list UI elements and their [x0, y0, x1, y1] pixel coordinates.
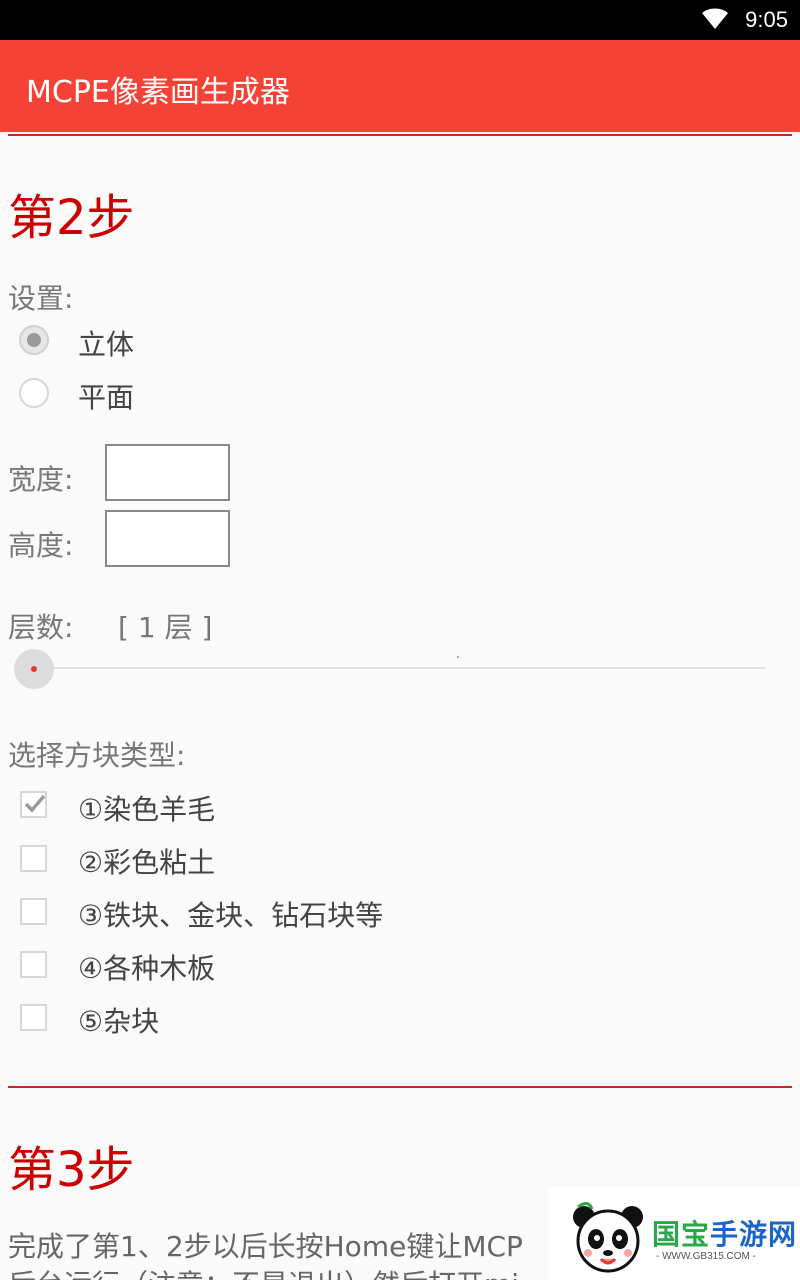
status-bar: 9:05 — [0, 0, 800, 40]
checkbox-clay[interactable] — [20, 845, 47, 872]
layers-value: [ 1 层 ] — [118, 611, 213, 644]
layers-label: 层数: — [8, 611, 74, 644]
checkbox-misc[interactable] — [20, 1004, 47, 1031]
checkbox-clay-label: ②彩色粘土 — [78, 846, 216, 879]
checkbox-misc-label: ⑤杂块 — [78, 1005, 160, 1038]
slider-tick — [457, 656, 459, 658]
divider — [8, 134, 792, 136]
app-bar: MCPE像素画生成器 — [0, 40, 800, 132]
layers-slider-track[interactable] — [34, 667, 766, 669]
panda-icon — [573, 1202, 643, 1273]
watermark-brand-blue: 手游网 — [710, 1218, 798, 1251]
wifi-icon — [702, 8, 728, 29]
settings-label: 设置: — [8, 282, 74, 315]
height-input[interactable] — [105, 510, 230, 567]
clock: 9:05 — [745, 7, 788, 32]
watermark-brand-green: 国宝 — [652, 1218, 711, 1251]
checkbox-metal-blocks-label: ③铁块、金块、钻石块等 — [78, 899, 384, 932]
watermark-brand: 国宝手游网 — [652, 1213, 797, 1253]
step3-instructions: 完成了第1、2步以后长按Home键让MCP 后台运行（注意：不是退出）然后打开m… — [8, 1228, 568, 1280]
width-input[interactable] — [105, 444, 230, 501]
watermark-url: - WWW.GB315.COM - — [656, 1251, 756, 1262]
step3-line1: 完成了第1、2步以后长按Home键让MCP — [8, 1230, 523, 1263]
check-icon — [24, 794, 46, 813]
height-label: 高度: — [8, 529, 74, 562]
radio-flat[interactable] — [19, 378, 49, 408]
checkbox-wool-label: ①染色羊毛 — [78, 793, 216, 826]
step2-title: 第2步 — [8, 190, 135, 246]
radio-3d-label: 立体 — [78, 328, 135, 361]
step3-title: 第3步 — [8, 1142, 135, 1198]
step3-line2: 后台运行（注意：不是退出）然后打开mi — [8, 1266, 568, 1280]
checkbox-planks[interactable] — [20, 951, 47, 978]
layers-slider-thumb[interactable] — [14, 649, 54, 689]
width-label: 宽度: — [8, 463, 74, 496]
checkbox-wool[interactable] — [20, 791, 47, 818]
app-title: MCPE像素画生成器 — [26, 75, 290, 110]
radio-flat-label: 平面 — [78, 381, 135, 414]
checkbox-metal-blocks[interactable] — [20, 898, 47, 925]
checkbox-planks-label: ④各种木板 — [78, 952, 216, 985]
radio-3d[interactable] — [19, 325, 49, 355]
divider — [8, 1086, 792, 1088]
watermark-logo: 国宝手游网 - WWW.GB315.COM - — [548, 1187, 800, 1280]
block-type-label: 选择方块类型: — [8, 739, 186, 772]
